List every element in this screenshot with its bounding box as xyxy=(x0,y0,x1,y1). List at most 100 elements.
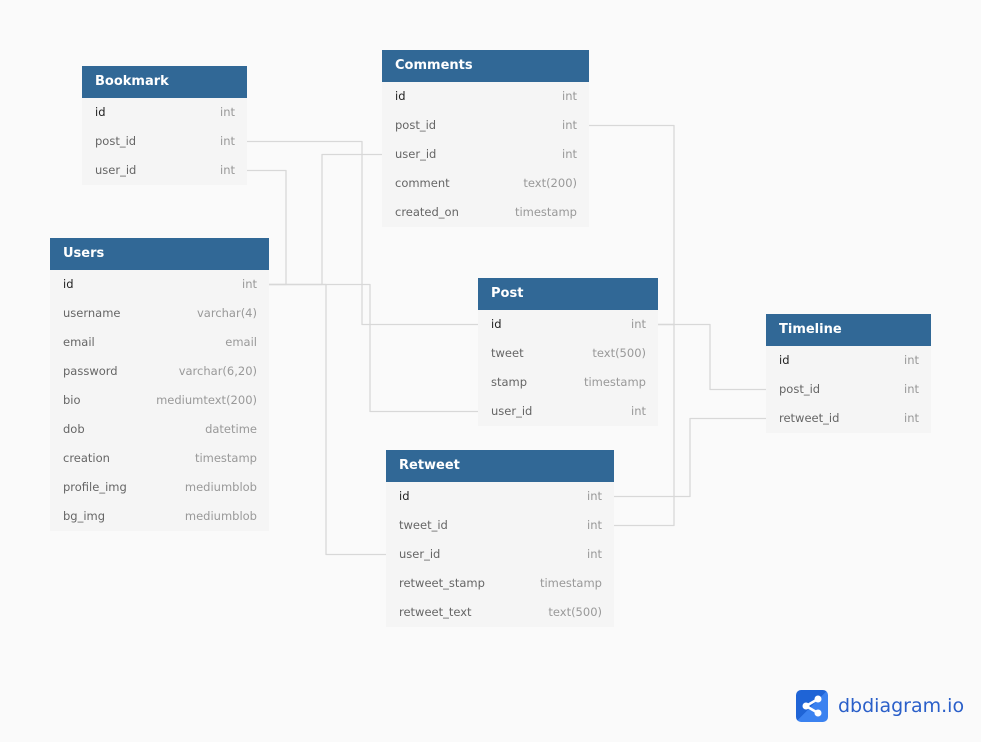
field-name: retweet_text xyxy=(399,605,472,619)
field-name: user_id xyxy=(491,404,533,418)
field-row[interactable]: profile_img mediumblob xyxy=(50,473,269,502)
table-header[interactable]: Bookmark xyxy=(82,66,247,98)
field-name: id xyxy=(399,489,410,503)
field-name: tweet xyxy=(491,346,524,360)
field-type: text(200) xyxy=(523,176,577,190)
field-row[interactable]: tweet_id int xyxy=(386,511,614,540)
table-header[interactable]: Timeline xyxy=(766,314,931,346)
table-retweet[interactable]: Retweet id int tweet_id int user_id int retweet… xyxy=(386,450,614,627)
field-name: bio xyxy=(63,393,81,407)
field-type: int xyxy=(562,89,577,103)
field-type: varchar(6,20) xyxy=(178,364,257,378)
field-name: tweet_id xyxy=(399,518,448,532)
field-name: post_id xyxy=(779,382,821,396)
field-type: timestamp xyxy=(583,375,646,389)
field-type: int xyxy=(904,353,919,367)
field-type: mediumblob xyxy=(184,509,257,523)
table-post[interactable]: Post id int tweet text(500) stamp timestamp use… xyxy=(478,278,658,426)
field-row[interactable]: retweet_stamp timestamp xyxy=(386,569,614,598)
field-name: retweet_id xyxy=(779,411,840,425)
field-row[interactable]: user_id int xyxy=(478,397,658,426)
field-name: id xyxy=(779,353,790,367)
field-type: mediumtext(200) xyxy=(156,393,257,407)
field-row[interactable]: email email xyxy=(50,328,269,357)
field-name: dob xyxy=(63,422,85,436)
field-name: password xyxy=(63,364,118,378)
field-name: post_id xyxy=(395,118,437,132)
field-name: user_id xyxy=(399,547,441,561)
field-row[interactable]: username varchar(4) xyxy=(50,299,269,328)
field-name: id xyxy=(491,317,502,331)
field-row[interactable]: dob datetime xyxy=(50,415,269,444)
field-name: created_on xyxy=(395,205,459,219)
field-type: timestamp xyxy=(539,576,602,590)
field-type: int xyxy=(220,163,235,177)
field-type: int xyxy=(587,489,602,503)
field-type: int xyxy=(631,404,646,418)
table-bookmark[interactable]: Bookmark id int post_id int user_id int xyxy=(82,66,247,185)
field-row[interactable]: bg_img mediumblob xyxy=(50,502,269,531)
field-name: username xyxy=(63,306,121,320)
field-row[interactable]: stamp timestamp xyxy=(478,368,658,397)
logo-text: dbdiagram.io xyxy=(838,695,965,717)
field-name: profile_img xyxy=(63,480,127,494)
field-row[interactable]: id int xyxy=(766,346,931,375)
field-row[interactable]: comment text(200) xyxy=(382,169,589,198)
field-name: creation xyxy=(63,451,110,465)
field-row[interactable]: id int xyxy=(386,482,614,511)
field-row[interactable]: password varchar(6,20) xyxy=(50,357,269,386)
field-name: post_id xyxy=(95,134,137,148)
field-row[interactable]: created_on timestamp xyxy=(382,198,589,227)
field-row[interactable]: post_id int xyxy=(766,375,931,404)
table-header[interactable]: Retweet xyxy=(386,450,614,482)
field-type: int xyxy=(220,134,235,148)
field-name: user_id xyxy=(395,147,437,161)
field-type: datetime xyxy=(205,422,257,436)
field-name: comment xyxy=(395,176,450,190)
field-row[interactable]: post_id int xyxy=(382,111,589,140)
field-name: retweet_stamp xyxy=(399,576,485,590)
table-header[interactable]: Post xyxy=(478,278,658,310)
share-icon xyxy=(796,690,828,722)
field-type: int xyxy=(904,411,919,425)
dbdiagram-logo[interactable]: dbdiagram.io xyxy=(796,690,964,722)
field-type: int xyxy=(242,277,257,291)
field-row[interactable]: user_id int xyxy=(82,156,247,185)
field-row[interactable]: tweet text(500) xyxy=(478,339,658,368)
field-name: user_id xyxy=(95,163,137,177)
field-type: int xyxy=(562,118,577,132)
relationship-line[interactable] xyxy=(269,283,478,413)
field-type: mediumblob xyxy=(184,480,257,494)
field-row[interactable]: id int xyxy=(82,98,247,127)
table-header[interactable]: Users xyxy=(50,238,269,270)
table-header[interactable]: Comments xyxy=(382,50,589,82)
field-type: timestamp xyxy=(514,205,577,219)
field-name: stamp xyxy=(491,375,528,389)
field-name: id xyxy=(395,89,406,103)
field-row[interactable]: bio mediumtext(200) xyxy=(50,386,269,415)
field-row[interactable]: id int xyxy=(50,270,269,299)
field-type: email xyxy=(225,335,257,349)
table-users[interactable]: Users id int username varchar(4) email email pa… xyxy=(50,238,269,531)
field-type: int xyxy=(904,382,919,396)
field-row[interactable]: post_id int xyxy=(82,127,247,156)
field-name: id xyxy=(63,277,74,291)
field-type: varchar(4) xyxy=(196,306,257,320)
field-row[interactable]: id int xyxy=(382,82,589,111)
table-comments[interactable]: Comments id int post_id int user_id int comment… xyxy=(382,50,589,227)
field-row[interactable]: user_id int xyxy=(382,140,589,169)
field-row[interactable]: retweet_id int xyxy=(766,404,931,433)
field-name: bg_img xyxy=(63,509,106,523)
field-name: id xyxy=(95,105,106,119)
table-timeline[interactable]: Timeline id int post_id int retweet_id int xyxy=(766,314,931,433)
field-row[interactable]: retweet_text text(500) xyxy=(386,598,614,627)
field-type: int xyxy=(587,547,602,561)
field-type: text(500) xyxy=(548,605,602,619)
field-name: email xyxy=(63,335,95,349)
field-type: text(500) xyxy=(592,346,646,360)
field-row[interactable]: id int xyxy=(478,310,658,339)
field-type: int xyxy=(587,518,602,532)
field-row[interactable]: user_id int xyxy=(386,540,614,569)
relationship-line[interactable] xyxy=(614,417,766,498)
field-row[interactable]: creation timestamp xyxy=(50,444,269,473)
